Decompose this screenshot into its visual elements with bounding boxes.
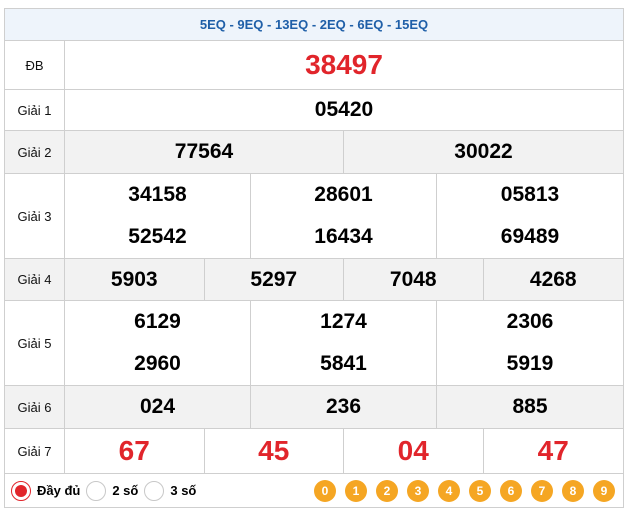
prize-5-number: 6129 (134, 310, 181, 333)
digit-filter-button[interactable]: 3 (407, 479, 429, 502)
label-special-prize: ĐB (4, 40, 65, 90)
prize-3-number: 34158 (128, 183, 187, 206)
row-prize-3: Giải 3 34158 28601 05813 52542 16434 694… (4, 173, 624, 259)
digit-filter-button[interactable]: 0 (314, 479, 336, 502)
prize-4-number: 5297 (250, 267, 298, 291)
prize-6-number: 885 (512, 395, 548, 418)
prize-2-number: 77564 (174, 140, 234, 163)
prize-5-number: 2960 (134, 352, 181, 375)
digit-filter-button[interactable]: 1 (345, 479, 367, 502)
special-prize-number: 38497 (305, 49, 383, 80)
prize-3-number: 28601 (314, 183, 373, 206)
prize-3-number: 52542 (128, 225, 187, 248)
label-prize-7: Giải 7 (4, 428, 65, 474)
prize-5-number: 5919 (506, 352, 554, 375)
prize-5-number: 1274 (320, 310, 367, 333)
prize-6-number: 024 (139, 395, 176, 418)
label-prize-6: Giải 6 (4, 385, 65, 429)
digit-filter-button[interactable]: 6 (500, 479, 522, 502)
option-3-digits[interactable]: 3 số (144, 480, 197, 501)
prize-4-number: 7048 (389, 267, 437, 291)
option-full-label: Đầy đủ (37, 483, 81, 498)
prize-3-number: 16434 (314, 225, 373, 248)
row-prize-5: Giải 5 6129 1274 2306 2960 5841 5919 (4, 300, 624, 386)
prize-7-number: 45 (258, 435, 290, 466)
results-table: ĐB 38497 Giải 1 05420 Giải 2 77564 30022… (4, 40, 624, 474)
digit-filter-group: 0 1 2 3 4 5 6 7 8 9 (314, 479, 623, 502)
digit-filter-button[interactable]: 2 (376, 479, 398, 502)
prize-5-number: 2306 (506, 310, 554, 333)
prize-3-number: 05813 (500, 183, 560, 206)
option-full[interactable]: Đầy đủ (11, 480, 81, 501)
lottery-results-table-container: 5EQ - 9EQ - 13EQ - 2EQ - 6EQ - 15EQ ĐB 3… (4, 8, 624, 508)
row-special-prize: ĐB 38497 (4, 40, 624, 90)
option-2-digits[interactable]: 2 số (86, 480, 139, 501)
prize-1-number: 05420 (314, 98, 374, 121)
label-prize-3: Giải 3 (4, 173, 65, 259)
row-prize-6: Giải 6 024 236 885 (4, 385, 624, 429)
radio-unselected-icon[interactable] (144, 480, 165, 501)
label-prize-2: Giải 2 (4, 130, 65, 174)
prize-5-number: 5841 (320, 352, 367, 375)
digit-filter-button[interactable]: 5 (469, 479, 491, 502)
display-options-bar: Đầy đủ 2 số 3 số 0 1 2 3 4 5 6 7 8 9 (4, 474, 624, 508)
digit-filter-button[interactable]: 8 (562, 479, 584, 502)
option-2-digits-label: 2 số (112, 483, 139, 498)
digit-filter-button[interactable]: 7 (531, 479, 553, 502)
station-codes-header: 5EQ - 9EQ - 13EQ - 2EQ - 6EQ - 15EQ (4, 8, 624, 40)
row-prize-4: Giải 4 5903 5297 7048 4268 (4, 258, 624, 301)
radio-selected-icon[interactable] (11, 480, 31, 501)
row-prize-7: Giải 7 67 45 04 47 (4, 428, 624, 474)
digit-filter-button[interactable]: 9 (593, 479, 615, 502)
prize-6-number: 236 (325, 395, 362, 418)
option-3-digits-label: 3 số (170, 483, 197, 498)
prize-7-number: 67 (118, 435, 150, 466)
prize-2-number: 30022 (454, 140, 513, 163)
prize-7-number: 47 (537, 435, 569, 466)
radio-unselected-icon[interactable] (86, 480, 107, 501)
prize-4-number: 5903 (110, 267, 158, 291)
prize-7-number: 04 (397, 435, 429, 466)
prize-3-number: 69489 (500, 225, 560, 248)
row-prize-1: Giải 1 05420 (4, 89, 624, 131)
label-prize-1: Giải 1 (4, 89, 65, 131)
label-prize-4: Giải 4 (4, 258, 65, 301)
label-prize-5: Giải 5 (4, 300, 65, 386)
row-prize-2: Giải 2 77564 30022 (4, 130, 624, 174)
station-codes: 5EQ - 9EQ - 13EQ - 2EQ - 6EQ - 15EQ (199, 17, 429, 32)
digit-filter-button[interactable]: 4 (438, 479, 460, 502)
prize-4-number: 4268 (529, 267, 577, 291)
